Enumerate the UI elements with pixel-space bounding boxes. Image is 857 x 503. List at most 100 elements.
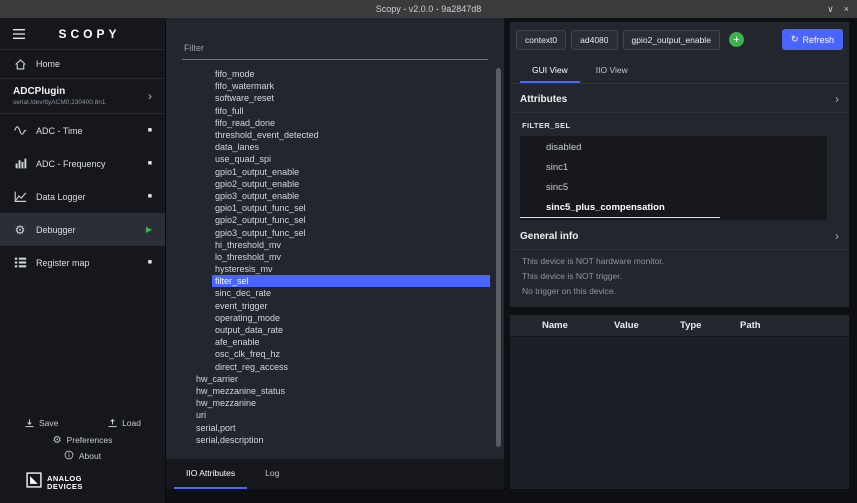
play-icon[interactable]: ▶ [146,225,152,234]
home-icon [13,58,27,71]
tree-item[interactable]: hw_mezzanine [166,397,504,409]
tree-item[interactable]: osc_clk_freq_hz [166,348,504,360]
sidebar-item-adc-frequency[interactable]: ADC - Frequency■ [0,147,165,180]
tree-item[interactable]: gpio3_output_enable [166,190,504,202]
table-header-value: Value [614,320,680,331]
minimize-icon[interactable]: ∨ [827,4,834,15]
tree-item[interactable]: gpio3_output_func_sel [166,226,504,238]
tree-item[interactable]: fifo_read_done [166,117,504,129]
tree-item[interactable]: filter_sel [166,275,504,287]
filter-sel-option-sinc5[interactable]: sinc5 [520,178,827,198]
tree-item[interactable]: use_quad_spi [166,153,504,165]
sidebar-item-adc-time[interactable]: ADC - Time ■ [0,114,165,147]
tree-item[interactable]: fifo_watermark [166,80,504,92]
save-button[interactable]: Save [24,418,58,429]
preferences-button[interactable]: ⚙ Preferences [0,432,165,448]
stop-icon[interactable]: ■ [148,127,152,134]
save-icon [24,418,35,429]
tree-item-label: fifo_full [212,105,247,117]
filter-sel-option-disabled[interactable]: disabled [520,138,827,158]
stop-icon[interactable]: ■ [148,160,152,167]
tree-item[interactable]: gpio1_output_enable [166,166,504,178]
sidebar-item-home[interactable]: Home [0,50,165,78]
chevron-right-icon[interactable]: › [148,90,152,102]
device-toolbar: context0ad4080 gpio2_output_enable + ↻ Re… [510,22,849,57]
device-chip-context0[interactable]: context0 [516,30,566,50]
chevron-right-icon[interactable]: › [835,230,839,242]
filter-input[interactable] [182,41,488,60]
tree-item[interactable]: event_trigger [166,300,504,312]
general-info-title: General info [520,231,835,242]
tree-item[interactable]: output_data_rate [166,324,504,336]
device-chip-ad4080[interactable]: ad4080 [571,30,617,50]
tool-list: ADC - Time■ADC - Frequency■Data Logger■⚙… [0,114,165,279]
tree-item[interactable]: threshold_event_detected [166,129,504,141]
tree-item[interactable]: operating_mode [166,312,504,324]
tree-item[interactable]: lo_threshold_mv [166,251,504,263]
title-bar: Scopy - v2.0.0 - 9a2847d8 ∨ × [0,0,857,18]
sidebar-item-adcplugin[interactable]: ADCPlugin serial:/dev/ttyACM0,230400,8n1… [0,79,165,113]
tab-iio-view[interactable]: IIO View [584,57,640,83]
tree-item-label: software_reset [212,92,277,104]
close-icon[interactable]: × [844,4,849,14]
chevron-right-icon[interactable]: › [835,93,839,105]
sidebar-item-data-logger[interactable]: Data Logger■ [0,180,165,213]
tree-item[interactable]: serial,description [166,434,504,446]
tree-item[interactable]: hw_mezzanine_status [166,385,504,397]
filter-sel-option-sinc1[interactable]: sinc1 [520,158,827,178]
general-info-lines: This device is NOT hardware monitor.This… [510,250,849,299]
tree-item-label: threshold_event_detected [212,129,322,141]
tree-item[interactable]: serial,port [166,421,504,433]
add-device-button[interactable]: + [729,32,744,47]
window-title: Scopy - v2.0.0 - 9a2847d8 [376,4,482,14]
tab-iio-attributes[interactable]: IIO Attributes [174,459,247,489]
tree-item[interactable]: hysteresis_mv [166,263,504,275]
scrollbar[interactable] [496,68,501,447]
tree-item[interactable]: gpio2_output_enable [166,178,504,190]
attributes-section-header[interactable]: Attributes › [510,84,849,112]
iio-table-card: NameValueTypePath [510,315,849,489]
bottom-strip [166,489,504,503]
window-controls: ∨ × [827,0,849,18]
tree-item[interactable]: gpio1_output_func_sel [166,202,504,214]
tree-item[interactable]: direct_reg_access [166,361,504,373]
stop-icon[interactable]: ■ [148,259,152,266]
tree-item[interactable]: fifo_mode [166,68,504,80]
tree-item-label: hw_carrier [193,373,241,385]
tree-item[interactable]: uri [166,409,504,421]
tool-label: ADC - Time [36,126,139,136]
bottom-tab-bar: IIO AttributesLog [166,459,504,489]
filter-sel-option-sinc5-plus-compensation[interactable]: sinc5_plus_compensation [520,198,827,218]
about-button[interactable]: About [0,448,165,464]
tree-item-label: direct_reg_access [212,361,291,373]
tree-item[interactable]: afe_enable [166,336,504,348]
table-header-path: Path [740,320,849,331]
general-info-section-header[interactable]: General info › [510,228,849,249]
device-chip-gpio2-output-enable[interactable]: gpio2_output_enable [623,30,720,50]
load-button[interactable]: Load [107,418,141,429]
tree-item[interactable]: sinc_dec_rate [166,287,504,299]
device-chips: context0ad4080 gpio2_output_enable [516,30,720,50]
tree-item[interactable]: fifo_full [166,105,504,117]
tree-item-label: output_data_rate [212,324,286,336]
tree-item[interactable]: gpio2_output_func_sel [166,214,504,226]
analog-devices-logo: ANALOG DEVICES [0,464,165,503]
sidebar-item-register-map[interactable]: Register map■ [0,246,165,279]
tab-gui-view[interactable]: GUI View [520,57,580,83]
tree-item[interactable]: hw_carrier [166,373,504,385]
stop-icon[interactable]: ■ [148,193,152,200]
attributes-section-title: Attributes [520,94,835,105]
tree-item[interactable]: software_reset [166,92,504,104]
menu-icon[interactable] [12,28,26,40]
refresh-button[interactable]: ↻ Refresh [782,29,843,50]
attributes-panel: fifo_modefifo_watermarksoftware_resetfif… [166,18,504,503]
tree-item-label: gpio3_output_func_sel [212,227,309,239]
tab-log[interactable]: Log [253,459,291,489]
tree-item[interactable]: hi_threshold_mv [166,239,504,251]
device-card: context0ad4080 gpio2_output_enable + ↻ Re… [510,22,849,307]
plugin-name: ADCPlugin [13,86,148,97]
tree-item-label: operating_mode [212,312,283,324]
tree-item[interactable]: data_lanes [166,141,504,153]
register-icon [13,256,27,269]
sidebar-item-debugger[interactable]: ⚙Debugger▶ [0,213,165,246]
